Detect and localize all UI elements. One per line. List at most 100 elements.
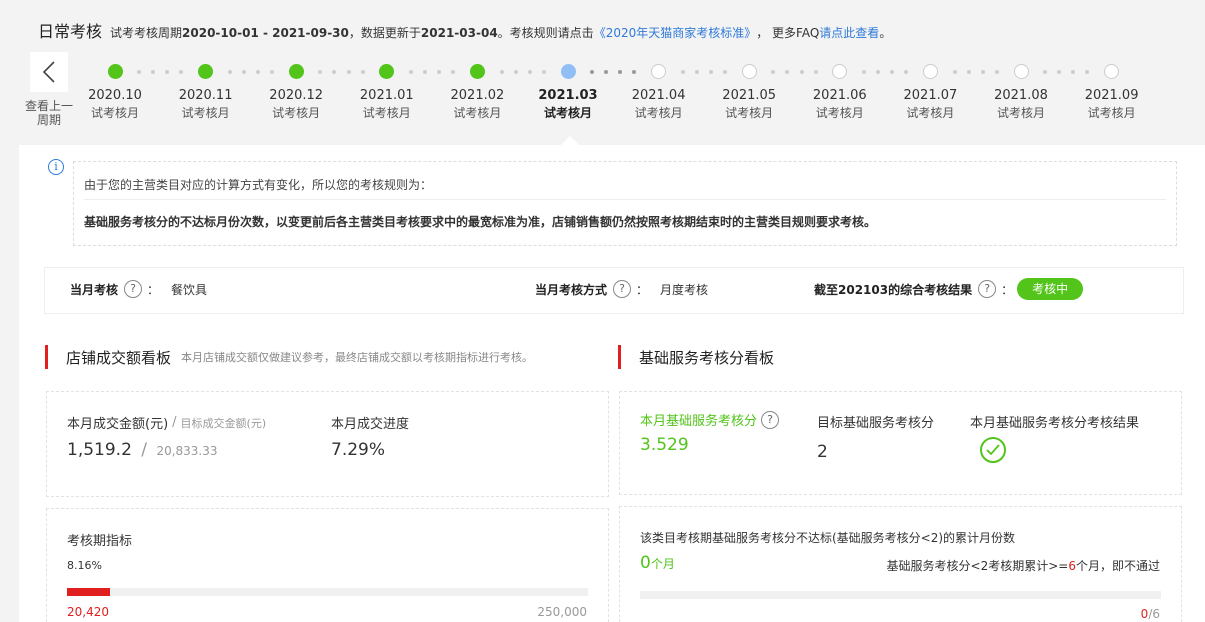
timeline-date: 2021.08	[994, 88, 1048, 103]
service-result-label: 本月基础服务考核分考核结果	[970, 416, 1140, 431]
timeline-label: 试考核月	[272, 106, 321, 120]
metric-value: 1,519.2 / 20,833.33	[67, 440, 266, 460]
faq-suffix: 。	[879, 26, 892, 40]
service-target-label: 目标基础服务考核分	[817, 416, 935, 431]
help-icon[interactable]: ?	[978, 280, 997, 298]
title-row: 日常考核 试考考核周期 2020-10-01 - 2021-09-30 ，数据更…	[38, 18, 891, 42]
amount-label: 本月成交金额(元)	[67, 417, 169, 432]
service-metrics-panel: 本月基础服务考核分 ? 3.529 目标基础服务考核分 2 本月基础服务考核分考…	[619, 391, 1182, 495]
period-range: 2020-10-01 - 2021-09-30	[182, 26, 349, 40]
section-subtitle: 本月店铺成交额仅做建议参考，最终店铺成交额以考核期指标进行考核。	[181, 351, 534, 364]
period-progress-bar	[67, 588, 588, 596]
timeline-date: 2020.12	[269, 88, 324, 103]
notice-divider	[84, 199, 1166, 200]
service-board-header: 基础服务考核分看板	[618, 345, 774, 369]
pending-node	[741, 64, 757, 79]
faq-prefix: ， 更多FAQ	[756, 26, 820, 40]
section-title: 基础服务考核分看板	[639, 348, 775, 367]
divider: /	[141, 440, 148, 460]
fail-progress-bar	[640, 591, 1161, 599]
section-title: 店铺成交额看板	[66, 348, 172, 367]
completed-node	[198, 64, 214, 79]
timeline-date: 2021.05	[722, 88, 777, 103]
timeline-month-11[interactable]: 2021.09 试考核月	[1067, 60, 1157, 121]
month-assessment-value: 餐饮具	[171, 282, 208, 297]
progress-label: 本月成交进度	[331, 417, 410, 432]
timeline-date: 2021.09	[1084, 88, 1139, 103]
rules-link[interactable]: 《2020年天猫商家考核标准》	[594, 24, 757, 41]
completed-node	[469, 64, 485, 79]
timeline-label: 试考核月	[543, 106, 592, 120]
overall-result-label: 截至202103的综合考核结果	[814, 282, 973, 297]
overall-result: 截至202103的综合考核结果 ? ： 考核中	[814, 278, 1084, 300]
colon: ：	[1001, 282, 1014, 297]
pending-node	[1013, 64, 1029, 79]
target-label: 目标成交金额(元)	[180, 416, 267, 430]
fail-rule-count: 6	[1068, 559, 1076, 573]
timeline-date: 2021.06	[812, 88, 867, 103]
fail-count-value: 0	[640, 553, 651, 573]
service-target-value: 2	[817, 442, 828, 462]
fail-count-unit: 个月	[650, 557, 675, 571]
service-score-label: 本月基础服务考核分	[640, 414, 758, 429]
period-info: 试考考核周期 2020-10-01 - 2021-09-30 ，数据更新于 20…	[110, 24, 891, 41]
help-icon[interactable]: ?	[761, 410, 780, 429]
timeline-date: 2020.10	[88, 88, 142, 103]
help-icon[interactable]: ?	[124, 280, 143, 298]
status-badge: 考核中	[1017, 278, 1084, 300]
update-date: 2021-03-04	[420, 26, 498, 40]
notice-line: 由于您的主营类目对应的计算方式有变化，所以您的考核规则为：	[84, 178, 433, 192]
service-target-metric: 目标基础服务考核分 2	[817, 412, 934, 462]
divider: /	[172, 415, 177, 430]
month-assessment-label: 当月考核	[70, 282, 119, 297]
fail-ratio: 0/6	[1141, 607, 1160, 621]
progress-value: 7.29%	[331, 440, 386, 460]
timeline-date: 2020.11	[178, 88, 233, 103]
timeline-label: 试考核月	[996, 106, 1045, 120]
pending-node	[1104, 64, 1120, 79]
service-score-value: 3.529	[640, 435, 689, 455]
completed-node	[379, 64, 395, 79]
pending-node	[922, 64, 938, 79]
completed-node	[288, 64, 304, 79]
fail-title: 该类目考核期基础服务考核分不达标(基础服务考核分<2)的累计月份数	[640, 531, 1016, 545]
amount-value: 1,519.2	[67, 440, 132, 460]
period-indicator-panel: 考核期指标 8.16% 20,420 250,000	[46, 508, 609, 622]
fail-rule: 基础服务考核分<2考核期累计>=6个月，即不通过	[887, 557, 1160, 574]
pending-node	[832, 64, 848, 79]
current-node	[560, 64, 576, 79]
faq-link[interactable]: 请点此查看	[819, 24, 879, 41]
fail-count: 0个月	[640, 553, 675, 573]
rules-prefix: 。考核规则请点击	[497, 26, 594, 40]
notice-rule: 基础服务考核分的不达标月份次数，以变更前后各主营类目考核要求中的最宽标准为准，店…	[84, 215, 877, 229]
help-icon[interactable]: ?	[613, 280, 632, 298]
timeline-label: 试考核月	[453, 106, 502, 120]
period-prefix: 试考考核周期	[110, 26, 183, 40]
colon: ：	[147, 282, 160, 297]
timeline-label: 试考核月	[906, 106, 955, 120]
completed-node	[107, 64, 123, 79]
timeline-label: 试考核月	[815, 106, 864, 120]
metric-label: 本月基础服务考核分 ?	[640, 410, 780, 429]
section-marker	[618, 345, 621, 369]
timeline-date: 2021.01	[359, 88, 414, 103]
timeline-label: 试考核月	[181, 106, 230, 120]
active-month-pointer	[561, 136, 579, 145]
monthly-amount-metric: 本月成交金额(元) / 目标成交金额(元) 1,519.2 / 20,833.3…	[67, 413, 266, 460]
period-percent: 8.16%	[67, 559, 102, 572]
cycle-header: 日常考核 试考考核周期 2020-10-01 - 2021-09-30 ，数据更…	[0, 0, 1205, 145]
info-icon: i	[48, 159, 64, 175]
previous-cycle-button[interactable]	[30, 52, 68, 92]
timeline-label: 试考核月	[90, 106, 139, 120]
timeline-date: 2021.02	[450, 88, 505, 103]
assessment-method-value: 月度考核	[660, 282, 709, 297]
timeline-label: 试考核月	[362, 106, 411, 120]
section-marker	[45, 345, 48, 369]
previous-cycle-label[interactable]: 查看上一周期	[22, 99, 76, 127]
check-circle-icon	[980, 437, 1006, 463]
assessment-status-bar: 当月考核 ? ： 餐饮具 当月考核方式 ? ： 月度考核 截至202103的综合…	[44, 267, 1184, 314]
check-icon	[986, 444, 1000, 456]
timeline-label: 试考核月	[634, 106, 683, 120]
update-prefix: ，数据更新于	[348, 26, 421, 40]
service-score-metric: 本月基础服务考核分 ? 3.529	[640, 410, 780, 455]
